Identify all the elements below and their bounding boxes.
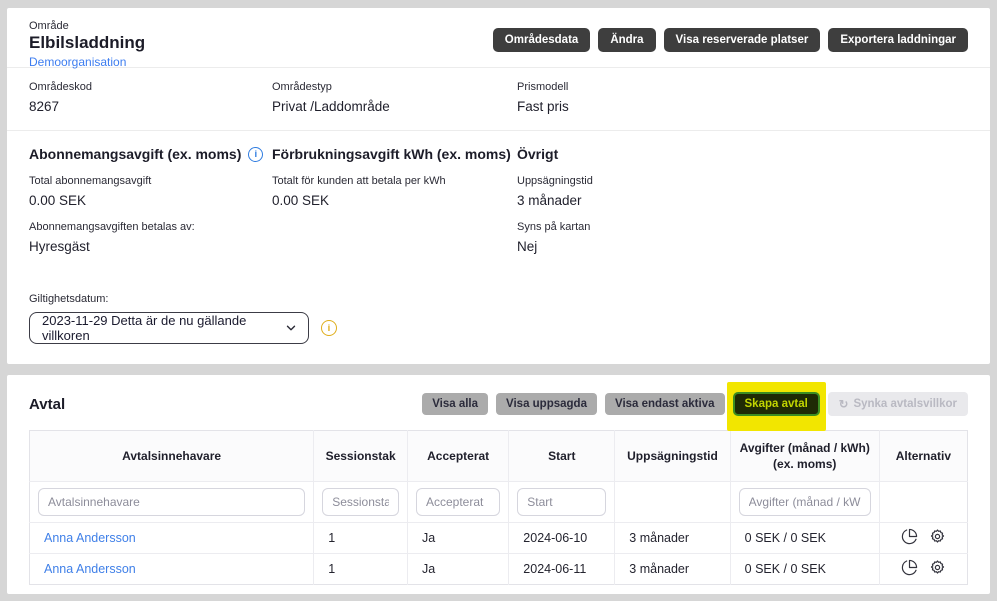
warning-info-icon[interactable]: i xyxy=(321,320,337,336)
statistics-pie-chart-icon[interactable] xyxy=(901,528,918,545)
visible-on-map-label: Syns på kartan xyxy=(517,221,968,233)
start-cell: 2024-06-10 xyxy=(509,523,615,554)
create-agreement-button[interactable]: Skapa avtal xyxy=(733,392,820,416)
column-header-accepted: Accepterat xyxy=(408,431,509,482)
edit-button[interactable]: Ändra xyxy=(598,28,655,52)
breadcrumb: Område xyxy=(29,20,145,32)
consumption-fee-section: Förbrukningsavgift kWh (ex. moms) Totalt… xyxy=(272,146,517,267)
table-row: Anna Andersson 1 Ja 2024-06-11 3 månader… xyxy=(30,554,968,585)
column-header-start: Start xyxy=(509,431,615,482)
area-type-field: Områdestyp Privat /Laddområde xyxy=(272,81,517,114)
total-subscription-fee-label: Total abonnemangsavgift xyxy=(29,175,272,187)
show-all-button[interactable]: Visa alla xyxy=(422,393,488,415)
total-subscription-fee-value: 0.00 SEK xyxy=(29,193,272,208)
validity-label: Giltighetsdatum: xyxy=(29,293,968,305)
sessions-cell: 1 xyxy=(314,554,408,585)
agreements-card: Avtal Visa alla Visa uppsagda Visa endas… xyxy=(7,375,990,594)
agreement-holder-link[interactable]: Anna Andersson xyxy=(44,562,136,576)
sync-icon: ↻ xyxy=(839,397,849,411)
filter-start-input[interactable] xyxy=(517,488,606,516)
settings-gear-icon[interactable] xyxy=(929,528,946,545)
organization-link[interactable]: Demoorganisation xyxy=(29,55,126,69)
filter-fees-input[interactable] xyxy=(739,488,871,516)
area-code-value: 8267 xyxy=(29,99,272,114)
area-code-label: Områdeskod xyxy=(29,81,272,93)
notice-period-field: Uppsägningstid 3 månader xyxy=(517,175,968,208)
fees-cell: 0 SEK / 0 SEK xyxy=(730,523,879,554)
other-section: Övrigt Uppsägningstid 3 månader Syns på … xyxy=(517,146,968,267)
per-kwh-label: Totalt för kunden att betala per kWh xyxy=(272,175,517,187)
agreements-title: Avtal xyxy=(29,396,65,413)
notice-cell: 3 månader xyxy=(615,554,730,585)
header-actions: Områdesdata Ändra Visa reserverade plats… xyxy=(493,28,968,52)
fee-paid-by-value: Hyresgäst xyxy=(29,239,272,254)
sync-agreement-terms-button: ↻ Synka avtalsvillkor xyxy=(828,392,968,416)
column-header-sessions: Sessionstak xyxy=(314,431,408,482)
column-header-notice: Uppsägningstid xyxy=(615,431,730,482)
chevron-down-icon xyxy=(284,321,298,335)
fee-paid-by-field: Abonnemangsavgiften betalas av: Hyresgäs… xyxy=(29,221,272,254)
other-title: Övrigt xyxy=(517,146,558,162)
notice-cell: 3 månader xyxy=(615,523,730,554)
notice-period-value: 3 månader xyxy=(517,193,968,208)
fee-paid-by-label: Abonnemangsavgiften betalas av: xyxy=(29,221,272,233)
agreements-table: Avtalsinnehavare Sessionstak Accepterat … xyxy=(29,430,968,585)
validity-block: Giltighetsdatum: 2023-11-29 Detta är de … xyxy=(7,293,990,344)
page-heading-block: Område Elbilsladdning Demoorganisation xyxy=(29,20,145,71)
sessions-cell: 1 xyxy=(314,523,408,554)
agreement-holder-link[interactable]: Anna Andersson xyxy=(44,531,136,545)
area-details-card: Område Elbilsladdning Demoorganisation O… xyxy=(7,8,990,364)
subscription-fee-title: Abonnemangsavgift (ex. moms) xyxy=(29,146,241,162)
settings-gear-icon[interactable] xyxy=(929,559,946,576)
consumption-fee-title: Förbrukningsavgift kWh (ex. moms) xyxy=(272,146,511,162)
validity-date-select[interactable]: 2023-11-29 Detta är de nu gällande villk… xyxy=(29,312,309,344)
filter-accepted-input[interactable] xyxy=(416,488,500,516)
accepted-cell: Ja xyxy=(408,554,509,585)
agreements-actions: Visa alla Visa uppsagda Visa endast akti… xyxy=(422,392,968,416)
column-header-holder: Avtalsinnehavare xyxy=(30,431,314,482)
visible-on-map-value: Nej xyxy=(517,239,968,254)
area-type-label: Områdestyp xyxy=(272,81,517,93)
validity-selected-option: 2023-11-29 Detta är de nu gällande villk… xyxy=(42,313,284,343)
table-header-row: Avtalsinnehavare Sessionstak Accepterat … xyxy=(30,431,968,482)
statistics-pie-chart-icon[interactable] xyxy=(901,559,918,576)
area-type-value: Privat /Laddområde xyxy=(272,99,517,114)
price-model-value: Fast pris xyxy=(517,99,968,114)
per-kwh-field: Totalt för kunden att betala per kWh 0.0… xyxy=(272,175,517,208)
table-row: Anna Andersson 1 Ja 2024-06-10 3 månader… xyxy=(30,523,968,554)
area-code-field: Områdeskod 8267 xyxy=(29,81,272,114)
notice-period-label: Uppsägningstid xyxy=(517,175,968,187)
show-active-only-button[interactable]: Visa endast aktiva xyxy=(605,393,725,415)
column-header-options: Alternativ xyxy=(879,431,967,482)
show-reserved-spots-button[interactable]: Visa reserverade platser xyxy=(664,28,821,52)
sync-agreement-terms-label: Synka avtalsvillkor xyxy=(853,398,957,410)
area-data-button[interactable]: Områdesdata xyxy=(493,28,591,52)
price-model-label: Prismodell xyxy=(517,81,968,93)
fee-sections-row: Abonnemangsavgift (ex. moms) i Total abo… xyxy=(7,131,990,267)
page-title: Elbilsladdning xyxy=(29,33,145,53)
per-kwh-value: 0.00 SEK xyxy=(272,193,517,208)
filter-sessions-input[interactable] xyxy=(322,488,399,516)
column-header-fees: Avgifter (månad / kWh) (ex. moms) xyxy=(730,431,879,482)
subscription-fee-section: Abonnemangsavgift (ex. moms) i Total abo… xyxy=(29,146,272,267)
table-filter-row xyxy=(30,482,968,523)
start-cell: 2024-06-11 xyxy=(509,554,615,585)
info-icon[interactable]: i xyxy=(248,147,263,162)
total-subscription-fee-field: Total abonnemangsavgift 0.00 SEK xyxy=(29,175,272,208)
export-chargings-button[interactable]: Exportera laddningar xyxy=(828,28,968,52)
area-info-row: Områdeskod 8267 Områdestyp Privat /Laddo… xyxy=(7,68,990,131)
visible-on-map-field: Syns på kartan Nej xyxy=(517,221,968,254)
accepted-cell: Ja xyxy=(408,523,509,554)
price-model-field: Prismodell Fast pris xyxy=(517,81,968,114)
fees-cell: 0 SEK / 0 SEK xyxy=(730,554,879,585)
filter-holder-input[interactable] xyxy=(38,488,305,516)
show-terminated-button[interactable]: Visa uppsagda xyxy=(496,393,597,415)
